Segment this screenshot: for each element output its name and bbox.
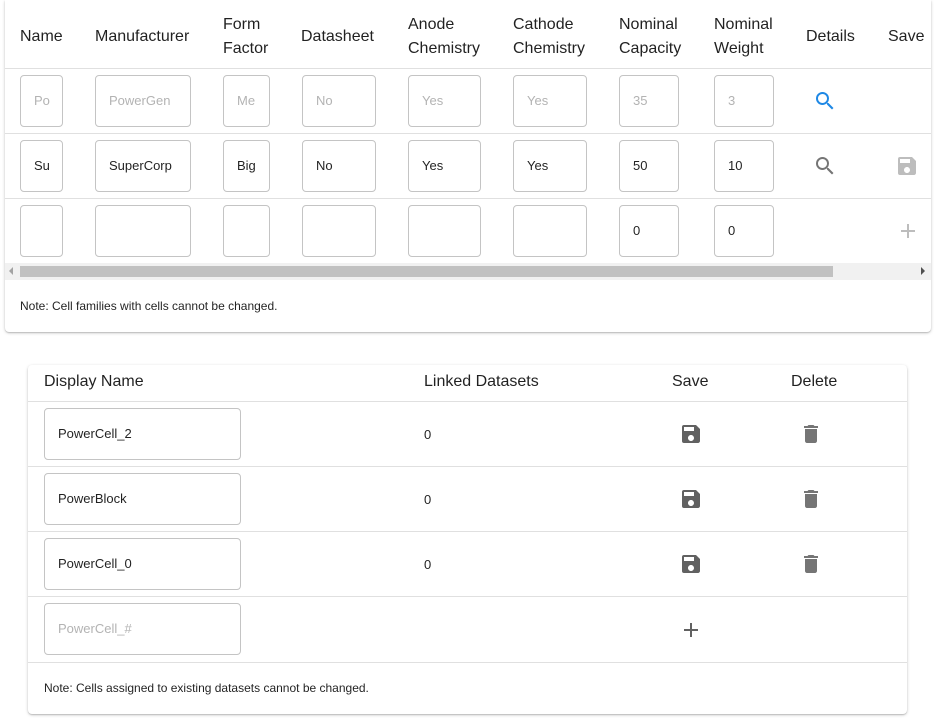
manufacturer-field[interactable]: SuperCorp bbox=[95, 140, 191, 192]
header-weight-line2: Weight bbox=[714, 40, 764, 57]
linked-datasets-count: 0 bbox=[424, 557, 432, 572]
delete-icon[interactable] bbox=[799, 552, 823, 576]
divider bbox=[28, 596, 907, 597]
linked-datasets-count: 0 bbox=[424, 427, 432, 442]
display-name-field[interactable]: PowerBlock bbox=[44, 473, 241, 525]
header-form-factor: Form Factor bbox=[223, 13, 268, 61]
header-save: Save bbox=[888, 28, 925, 45]
name-field[interactable]: Su bbox=[20, 140, 63, 192]
delete-icon[interactable] bbox=[799, 487, 823, 511]
linked-datasets-count: 0 bbox=[424, 492, 432, 507]
divider bbox=[28, 466, 907, 467]
nominal-weight-field[interactable]: 3 bbox=[714, 75, 774, 127]
scrollbar-thumb[interactable] bbox=[20, 266, 833, 277]
search-icon[interactable] bbox=[813, 89, 837, 113]
search-icon[interactable] bbox=[813, 154, 837, 178]
datasheet-field[interactable]: No bbox=[302, 140, 376, 192]
name-field[interactable] bbox=[20, 205, 63, 257]
header-display-name: Display Name bbox=[44, 373, 144, 390]
datasheet-field[interactable]: No bbox=[302, 75, 376, 127]
cathode-chemistry-field[interactable]: Yes bbox=[513, 75, 587, 127]
scroll-right-arrow[interactable] bbox=[921, 267, 925, 275]
cathode-chemistry-field[interactable] bbox=[513, 205, 587, 257]
divider bbox=[5, 68, 931, 69]
header-datasheet: Datasheet bbox=[301, 28, 374, 45]
cathode-chemistry-field[interactable]: Yes bbox=[513, 140, 587, 192]
datasheet-field[interactable] bbox=[302, 205, 376, 257]
display-name-field[interactable]: PowerCell_2 bbox=[44, 408, 241, 460]
cells-table: Display Name Linked Datasets Save Delete… bbox=[28, 365, 907, 714]
divider bbox=[28, 662, 907, 663]
header-name: Name bbox=[20, 28, 63, 45]
anode-chemistry-field[interactable]: Yes bbox=[408, 140, 481, 192]
name-field[interactable]: Po bbox=[20, 75, 63, 127]
header-linked-datasets: Linked Datasets bbox=[424, 373, 539, 390]
nominal-capacity-field[interactable]: 50 bbox=[619, 140, 679, 192]
manufacturer-field[interactable] bbox=[95, 205, 191, 257]
header-weight-line1: Nominal bbox=[714, 16, 773, 33]
cell-families-table: Name Manufacturer Form Factor Datasheet … bbox=[5, 0, 931, 332]
header-cathode-line1: Cathode bbox=[513, 16, 574, 33]
header-capacity-line2: Capacity bbox=[619, 40, 682, 57]
header-form-factor-line1: Form bbox=[223, 16, 261, 33]
header-nominal-capacity: Nominal Capacity bbox=[619, 13, 681, 61]
header-anode-line2: Chemistry bbox=[408, 40, 481, 57]
nominal-capacity-field[interactable]: 35 bbox=[619, 75, 679, 127]
scroll-left-arrow[interactable] bbox=[9, 267, 13, 275]
header-anode-line1: Anode bbox=[408, 16, 455, 33]
horizontal-scrollbar[interactable] bbox=[5, 263, 931, 280]
anode-chemistry-field[interactable] bbox=[408, 205, 481, 257]
add-icon[interactable] bbox=[679, 618, 703, 642]
divider bbox=[28, 401, 907, 402]
nominal-weight-field[interactable]: 0 bbox=[714, 205, 774, 257]
delete-icon[interactable] bbox=[799, 422, 823, 446]
add-icon[interactable] bbox=[896, 219, 920, 243]
manufacturer-field[interactable]: PowerGen bbox=[95, 75, 191, 127]
header-save: Save bbox=[672, 373, 709, 390]
header-delete: Delete bbox=[791, 373, 838, 390]
new-display-name-field[interactable]: PowerCell_# bbox=[44, 603, 241, 655]
divider bbox=[28, 531, 907, 532]
note-text: Note: Cell families with cells cannot be… bbox=[20, 299, 278, 313]
save-icon[interactable] bbox=[679, 487, 703, 511]
header-anode-chemistry: Anode Chemistry bbox=[408, 13, 480, 61]
header-form-factor-line2: Factor bbox=[223, 40, 269, 57]
save-icon[interactable] bbox=[679, 552, 703, 576]
header-details: Details bbox=[806, 28, 855, 45]
save-icon[interactable] bbox=[895, 154, 919, 178]
header-cathode-chemistry: Cathode Chemistry bbox=[513, 13, 585, 61]
form-factor-field[interactable]: Me bbox=[223, 75, 270, 127]
note-text: Note: Cells assigned to existing dataset… bbox=[44, 681, 369, 695]
header-capacity-line1: Nominal bbox=[619, 16, 678, 33]
anode-chemistry-field[interactable]: Yes bbox=[408, 75, 481, 127]
divider bbox=[5, 198, 931, 199]
save-icon[interactable] bbox=[679, 422, 703, 446]
nominal-weight-field[interactable]: 10 bbox=[714, 140, 774, 192]
nominal-capacity-field[interactable]: 0 bbox=[619, 205, 679, 257]
form-factor-field[interactable]: Big bbox=[223, 140, 270, 192]
header-nominal-weight: Nominal Weight bbox=[714, 13, 773, 61]
divider bbox=[5, 133, 931, 134]
form-factor-field[interactable] bbox=[223, 205, 270, 257]
display-name-field[interactable]: PowerCell_0 bbox=[44, 538, 241, 590]
header-cathode-line2: Chemistry bbox=[513, 40, 586, 57]
header-manufacturer: Manufacturer bbox=[95, 28, 190, 45]
